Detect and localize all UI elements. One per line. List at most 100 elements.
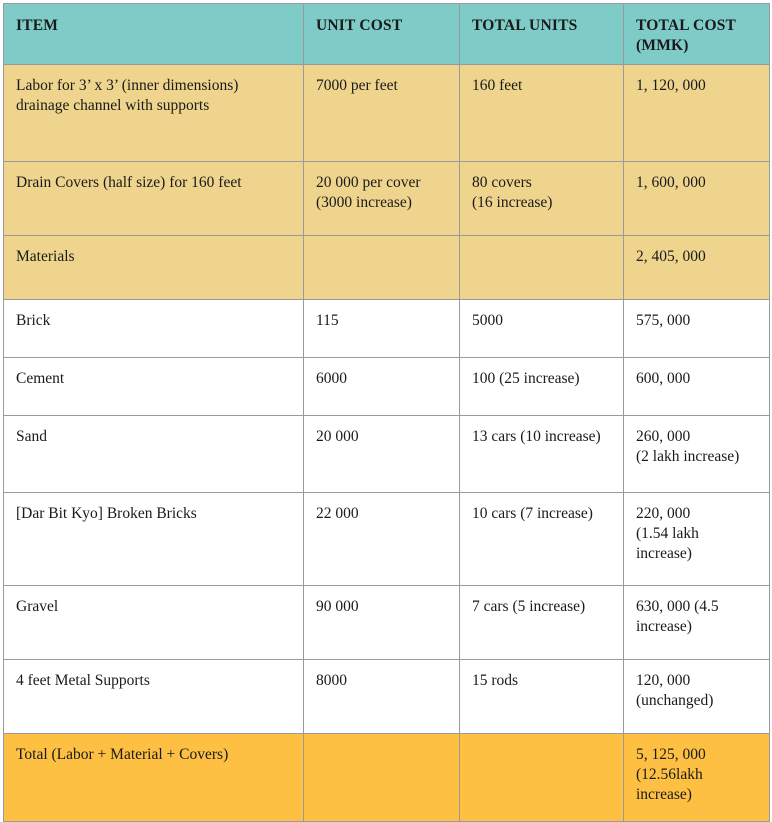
cell-text-line: increase): [636, 786, 692, 804]
cell-text-line: (2 lakh increase): [636, 448, 740, 466]
cell-unit: 115: [303, 299, 460, 358]
cell-text-line: 160 feet: [472, 77, 523, 94]
table-row: Materials 2, 405, 000: [3, 235, 770, 300]
cell-unit: 6000: [303, 357, 460, 416]
cell-units: 13 cars (10 increase): [459, 415, 624, 493]
cell-item: Materials: [3, 235, 304, 300]
cell-text-line: increase): [636, 618, 692, 636]
cell-text-line: (16 increase): [472, 194, 553, 212]
cell-item: 4 feet Metal Supports: [3, 659, 304, 734]
table-row: Cement 6000 100 (25 increase) 600, 000: [3, 357, 770, 416]
cell-units: 80 covers (16 increase): [459, 161, 624, 236]
cell-text-line: 115: [316, 312, 339, 329]
cell-text-line: drainage channel with supports: [16, 97, 210, 115]
cell-unit: 90 000: [303, 585, 460, 660]
table-row: 4 feet Metal Supports 8000 15 rods 120, 000…: [3, 659, 770, 734]
column-header-total-cost: TOTAL COST (MMK): [623, 3, 770, 65]
cell-unit: 22 000: [303, 492, 460, 586]
table-row: Gravel 90 000 7 cars (5 increase) 630, 000 …: [3, 585, 770, 660]
cell-text-line: 1, 120, 000: [636, 77, 706, 94]
cell-unit: 7000 per feet: [303, 64, 460, 162]
cell-text-line: 100 (25 increase): [472, 370, 580, 387]
cell-text-line: 15 rods: [472, 672, 519, 689]
cell-total: 220, 000 (1.54 lakh increase): [623, 492, 770, 586]
cell-text-line: 260, 000: [636, 428, 691, 445]
cell-item: Drain Covers (half size) for 160 feet: [3, 161, 304, 236]
cell-item: Sand: [3, 415, 304, 493]
cell-text-line: 22 000: [316, 505, 359, 522]
cell-text-line: 10 cars (7 increase): [472, 505, 593, 522]
cell-total: 2, 405, 000: [623, 235, 770, 300]
cell-text-line: 20 000: [316, 428, 359, 445]
cell-text-line: 5000: [472, 312, 503, 329]
cell-text-line: Materials: [16, 248, 75, 265]
cell-item: Brick: [3, 299, 304, 358]
cell-text-line: 8000: [316, 672, 347, 689]
cell-total: 120, 000 (unchanged): [623, 659, 770, 734]
column-header-item: ITEM: [3, 3, 304, 65]
cell-text-line: 120, 000: [636, 672, 691, 689]
column-header-unit-cost: UNIT COST: [303, 3, 460, 65]
cell-unit: 20 000 per cover (3000 increase): [303, 161, 460, 236]
cell-text-line: [Dar Bit Kyo] Broken Bricks: [16, 505, 197, 522]
cell-text-line: 6000: [316, 370, 347, 387]
cell-text-line: 220, 000: [636, 505, 691, 522]
cell-units: 7 cars (5 increase): [459, 585, 624, 660]
cell-item: Labor for 3’ x 3’ (inner dimensions) drai…: [3, 64, 304, 162]
cell-text-line: increase): [636, 545, 692, 563]
cell-item: Cement: [3, 357, 304, 416]
cell-text-line: 20 000 per cover: [316, 174, 421, 191]
cell-item: Gravel: [3, 585, 304, 660]
cell-total: 5, 125, 000 (12.56lakh increase): [623, 733, 770, 822]
cell-text-line: Cement: [16, 370, 65, 387]
cell-text-line: 7000 per feet: [316, 77, 398, 94]
table-header: ITEM UNIT COST TOTAL UNITS TOTAL COST (M…: [3, 3, 770, 65]
cell-total: 630, 000 (4.5 increase): [623, 585, 770, 660]
cost-estimate-table: ITEM UNIT COST TOTAL UNITS TOTAL COST (M…: [3, 3, 770, 822]
cell-text-line: Labor for 3’ x 3’ (inner dimensions): [16, 77, 239, 94]
cell-units: 160 feet: [459, 64, 624, 162]
cell-total: 260, 000 (2 lakh increase): [623, 415, 770, 493]
cell-unit: [303, 733, 460, 822]
cell-text-line: 13 cars (10 increase): [472, 428, 601, 445]
cell-text-line: Brick: [16, 312, 51, 329]
table-row: Labor for 3’ x 3’ (inner dimensions) drai…: [3, 64, 770, 162]
cell-text-line: [316, 247, 448, 248]
cell-unit: 20 000: [303, 415, 460, 493]
cell-text-line: Total (Labor + Material + Covers): [16, 746, 229, 763]
table-row: [Dar Bit Kyo] Broken Bricks 22 000 10 cars…: [3, 492, 770, 586]
table-row: Drain Covers (half size) for 160 feet 20 …: [3, 161, 770, 236]
cell-units: 15 rods: [459, 659, 624, 734]
cell-units: 100 (25 increase): [459, 357, 624, 416]
cell-text-line: 5, 125, 000: [636, 746, 706, 763]
cell-total: 1, 120, 000: [623, 64, 770, 162]
cell-text-line: [472, 247, 612, 248]
table-row: Brick 115 5000 575, 000: [3, 299, 770, 358]
cell-text-line: 630, 000 (4.5: [636, 598, 719, 615]
cell-text-line: (12.56lakh: [636, 766, 703, 784]
cell-text-line: 7 cars (5 increase): [472, 598, 586, 615]
cell-text-line: (unchanged): [636, 692, 714, 710]
cell-unit: [303, 235, 460, 300]
cell-text-line: (3000 increase): [316, 194, 412, 212]
column-header-total-units: TOTAL UNITS: [459, 3, 624, 65]
header-row: ITEM UNIT COST TOTAL UNITS TOTAL COST (M…: [3, 3, 770, 65]
cell-unit: 8000: [303, 659, 460, 734]
cell-text-line: (1.54 lakh: [636, 525, 699, 543]
cell-text-line: Drain Covers (half size) for 160 feet: [16, 174, 242, 191]
cell-text-line: Gravel: [16, 598, 59, 615]
cell-item: [Dar Bit Kyo] Broken Bricks: [3, 492, 304, 586]
cell-text-line: Sand: [16, 428, 47, 445]
cell-text-line: 2, 405, 000: [636, 248, 706, 265]
cell-units: 5000: [459, 299, 624, 358]
cell-units: [459, 235, 624, 300]
cell-text-line: 600, 000: [636, 370, 691, 387]
cell-text-line: 575, 000: [636, 312, 691, 329]
table-row: Sand 20 000 13 cars (10 increase) 260, 000 (…: [3, 415, 770, 493]
table-row: Total (Labor + Material + Covers) 5, 125,…: [3, 733, 770, 822]
cell-text-line: 80 covers: [472, 174, 532, 191]
cell-total: 575, 000: [623, 299, 770, 358]
cell-units: [459, 733, 624, 822]
cell-total: 1, 600, 000: [623, 161, 770, 236]
cell-units: 10 cars (7 increase): [459, 492, 624, 586]
